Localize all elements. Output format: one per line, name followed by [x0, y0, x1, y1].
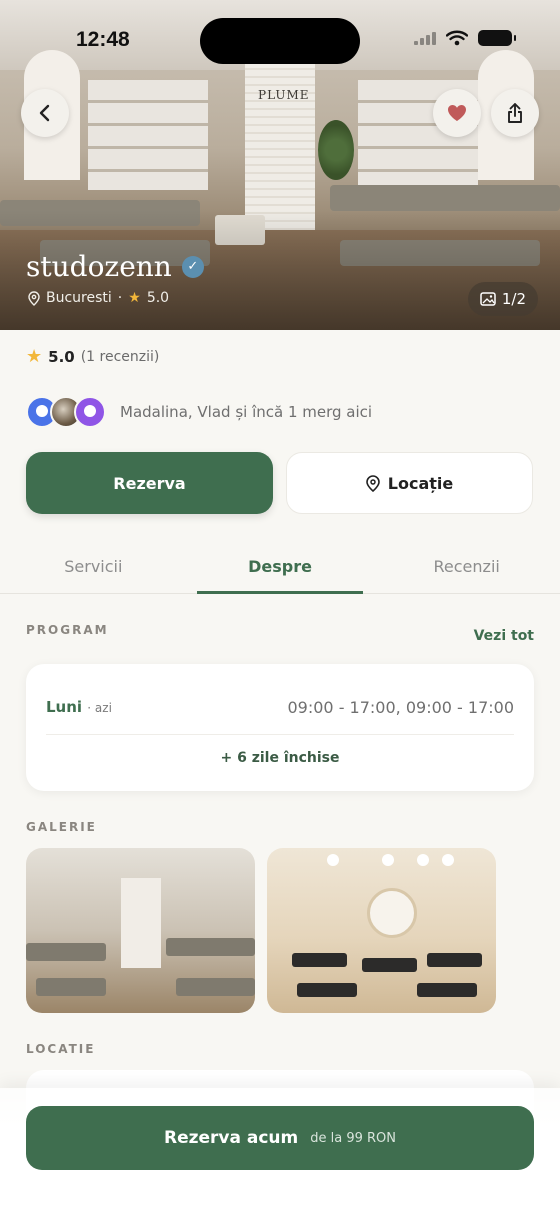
gallery-image[interactable] [267, 848, 496, 1013]
friends-attending[interactable]: Madalina, Vlad și încă 1 merg aici [26, 396, 372, 428]
heart-icon [448, 105, 466, 121]
status-time: 12:48 [76, 28, 130, 51]
program-day: Luni · azi [46, 698, 112, 716]
battery-icon [478, 30, 516, 46]
book-button[interactable]: Rezerva [26, 452, 273, 514]
gallery-reformer [297, 983, 357, 997]
gallery-machine [26, 943, 106, 961]
rating-score: 5.0 [48, 347, 75, 366]
dynamic-island [200, 18, 360, 64]
gallery-machine [176, 978, 255, 996]
friends-text: Madalina, Vlad și încă 1 merg aici [120, 403, 373, 421]
program-day-name: Luni [46, 698, 83, 716]
gallery-icon [480, 292, 496, 306]
hero-plant [318, 120, 354, 180]
location-pin-icon [28, 290, 40, 306]
gallery-reformer [362, 958, 417, 972]
gallery-mirror [367, 888, 417, 938]
gallery-reformer [417, 983, 477, 997]
gallery-section-label: GALERIE [26, 820, 97, 834]
verified-icon: ✓ [181, 255, 204, 278]
program-section-label: PROGRAM [26, 623, 109, 637]
gallery-reformer [427, 953, 482, 967]
location-pin-icon [365, 474, 380, 492]
tab-recenzii[interactable]: Recenzii [373, 540, 560, 593]
share-button[interactable] [491, 89, 539, 137]
gallery-machine [36, 978, 106, 996]
star-icon: ★ [128, 290, 141, 306]
location-section-label: LOCATIE [26, 1042, 96, 1056]
tab-servicii[interactable]: Servicii [0, 540, 187, 593]
hero-logo: PLUME [258, 88, 310, 102]
gallery-wall-panel [121, 878, 161, 968]
closed-days-toggle[interactable]: + 6 zile închise [26, 750, 534, 766]
hero-machine [330, 185, 560, 211]
gallery-machine [166, 938, 255, 956]
favorite-button[interactable] [433, 89, 481, 137]
gallery-lamp [417, 854, 429, 866]
avatar [74, 396, 106, 428]
location-button-label: Locație [387, 473, 454, 493]
gallery-lamp [327, 854, 339, 866]
star-icon: ★ [26, 346, 43, 367]
hero-separator: · [117, 290, 123, 306]
rating-count: (1 recenzii) [80, 348, 160, 365]
chevron-left-icon [39, 104, 50, 122]
cellular-signal-icon [414, 31, 436, 45]
hero-rating: 5.0 [146, 290, 170, 306]
status-icons [414, 30, 516, 46]
image-counter[interactable]: 1/2 [467, 282, 538, 316]
gallery-reformer [292, 953, 347, 967]
gallery-lamp [442, 854, 454, 866]
studio-name-text: studozenn [26, 250, 172, 283]
program-hours: 09:00 - 17:00, 09:00 - 17:00 [287, 698, 515, 717]
image-counter-text: 1/2 [501, 290, 526, 308]
rating-summary[interactable]: ★ 5.0 (1 recenzii) [26, 346, 159, 367]
hero-shelf [88, 80, 208, 190]
wifi-icon [446, 30, 468, 46]
book-button-label: Rezerva [113, 473, 186, 493]
program-day-note: · azi [87, 701, 112, 715]
divider [46, 734, 514, 735]
tab-bar: Servicii Despre Recenzii [0, 540, 560, 594]
book-now-label: Rezerva acum [163, 1128, 299, 1148]
hero-meta: Bucuresti · ★ 5.0 [28, 290, 169, 306]
hero-location: Bucuresti [46, 290, 112, 306]
studio-name: studozenn ✓ [26, 250, 204, 283]
book-now-button[interactable]: Rezerva acum de la 99 RON [26, 1106, 534, 1170]
program-card[interactable]: Luni · azi 09:00 - 17:00, 09:00 - 17:00 … [26, 664, 534, 791]
see-all-link[interactable]: Vezi tot [474, 628, 534, 644]
gallery-image[interactable] [26, 848, 255, 1013]
share-icon [508, 103, 522, 123]
back-button[interactable] [21, 89, 69, 137]
tab-despre[interactable]: Despre [187, 540, 374, 594]
gallery-lamp [382, 854, 394, 866]
price-from-label: de la 99 RON [310, 1130, 397, 1146]
location-button[interactable]: Locație [286, 452, 533, 514]
